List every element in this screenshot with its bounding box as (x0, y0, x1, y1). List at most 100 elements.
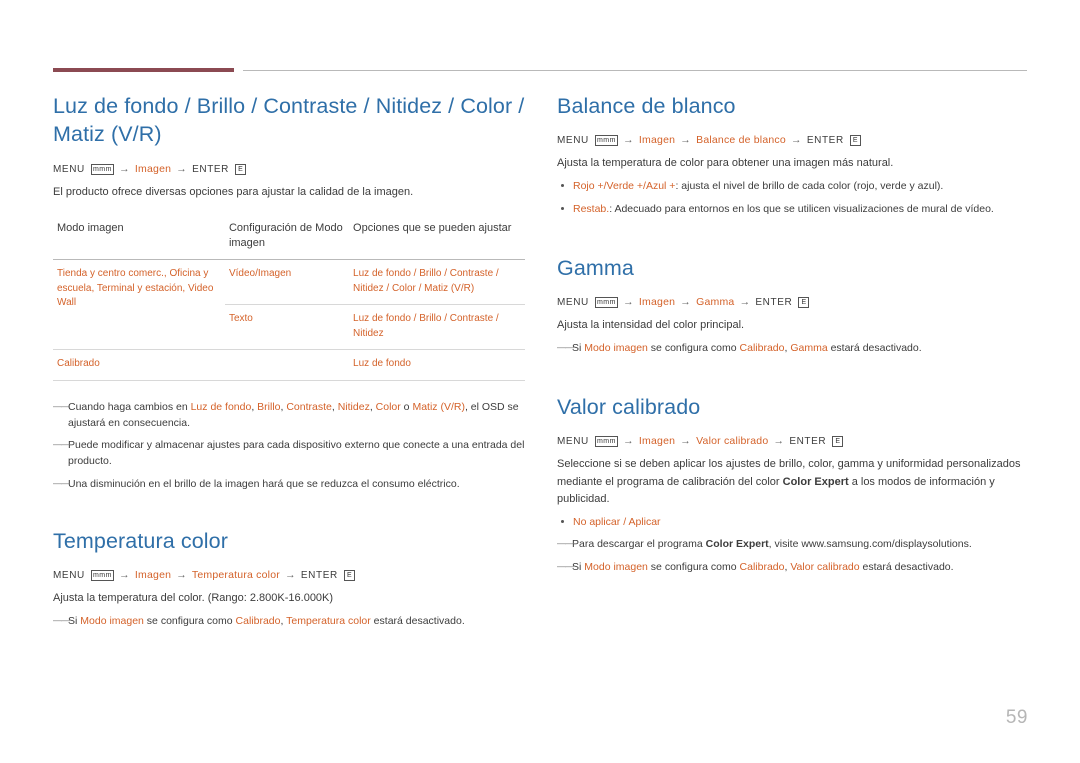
path-item-imagen: Imagen (134, 162, 172, 175)
col-header-configuracion: Configuración de Modo imagen (228, 221, 343, 249)
cell-options-1: Luz de fondo / Brillo / Contraste / Niti… (353, 268, 499, 294)
right-column: Balance de blanco MENU mmm → Imagen → Ba… (557, 92, 1027, 576)
bullet-text: : Adecuado para entornos en los que se u… (609, 203, 994, 216)
section-title-valor-calibrado: Valor calibrado (557, 395, 701, 420)
bullet-dot-icon (561, 519, 564, 523)
note-sep-5: o (400, 400, 413, 413)
cell-options-3: Luz de fondo (353, 358, 411, 370)
header-thin-rule (243, 70, 1027, 71)
bullet-restab: Restab.: Adecuado para entornos en los q… (557, 202, 1027, 218)
enter-icon: E (343, 570, 355, 582)
note-key-matiz: Matiz (V/R) (412, 400, 465, 413)
section-title-gamma: Gamma (557, 255, 634, 280)
menu-label: MENU (53, 163, 85, 175)
path-arrow-icon: → (623, 134, 634, 147)
path-arrow-icon-2: → (680, 296, 691, 309)
note-dash-icon: ―― (53, 615, 70, 626)
bullet-key: Restab. (573, 203, 610, 216)
path-arrow-icon-2: → (176, 569, 187, 582)
note-text: Puede modificar y almacenar ajustes para… (68, 439, 525, 468)
path-arrow-icon-3: → (773, 435, 785, 448)
section-title-luz-de-fondo: Luz de fondo / Brillo / Contraste / Niti… (53, 94, 525, 147)
intro-key-color-expert: Color Expert (782, 475, 849, 488)
enter-label: ENTER (192, 163, 230, 175)
menu-icon: mmm (594, 135, 618, 147)
cell-options-2: Luz de fondo / Brillo / Contraste / Niti… (353, 313, 499, 339)
note-key-modo-imagen: Modo imagen (80, 615, 144, 628)
menu-path-temperatura-color: MENU mmm → Imagen → Temperatura color → … (53, 569, 525, 582)
note-key-calibrado: Calibrado (235, 615, 281, 628)
note-key-color: Color (375, 400, 401, 413)
note-key-brillo: Brillo (257, 400, 281, 413)
note-text-b: se configura como (143, 615, 236, 628)
enter-icon: E (798, 297, 810, 309)
path-item-imagen: Imagen (638, 134, 676, 147)
path-item-valor-calibrado: Valor calibrado (696, 435, 769, 448)
note-text-c: estará desactivado. (827, 342, 922, 355)
menu-icon: mmm (594, 297, 618, 309)
path-item-balance-de-blanco: Balance de blanco (696, 134, 786, 147)
note-text-a: Si (68, 615, 81, 628)
intro-text-gamma: Ajusta la intensidad del color principal… (557, 319, 745, 332)
menu-label: MENU (53, 570, 85, 582)
section-title-temperatura-color: Temperatura color (53, 528, 228, 553)
menu-icon: mmm (90, 163, 114, 175)
path-arrow-icon: → (119, 162, 130, 175)
page-number: 59 (1005, 707, 1028, 728)
cell-mode-1: Tienda y centro comerc., Oficina y escue… (57, 268, 214, 309)
note-text-b: se configura como (647, 342, 740, 355)
note-dash-icon: ―― (557, 561, 574, 572)
note-key-luz: Luz de fondo (190, 400, 252, 413)
bullet-dot-icon (561, 207, 564, 211)
note-key-calibrado: Calibrado (739, 561, 785, 574)
intro-text-imagen: El producto ofrece diversas opciones par… (53, 185, 414, 198)
enter-label: ENTER (806, 135, 844, 147)
note-dash-icon: ―― (53, 400, 70, 411)
enter-icon: E (832, 436, 844, 448)
col-header-modo-imagen: Modo imagen (57, 221, 124, 234)
cell-config-1: Vídeo/Imagen (228, 268, 292, 280)
menu-label: MENU (557, 297, 589, 309)
note-text: Una disminución en el brillo de la image… (68, 477, 460, 490)
enter-icon: E (235, 163, 247, 175)
note-key-modo-imagen: Modo imagen (584, 342, 648, 355)
enter-label: ENTER (300, 570, 338, 582)
menu-label: MENU (557, 436, 589, 448)
note-key-nitidez: Nitidez (337, 400, 370, 413)
path-item-imagen: Imagen (638, 435, 676, 448)
note-consumo-electrico: ―― Una disminución en el brillo de la im… (53, 477, 525, 493)
note-key-valor-calibrado: Valor calibrado (790, 561, 860, 574)
note-key-calibrado: Calibrado (739, 342, 785, 355)
menu-path-valor-calibrado: MENU mmm → Imagen → Valor calibrado → EN… (557, 435, 1027, 448)
note-text-b: se configura como (647, 561, 740, 574)
cell-config-2: Texto (228, 313, 253, 325)
note-text-c: estará desactivado. (370, 615, 465, 628)
menu-label: MENU (557, 135, 589, 147)
note-text-a: Si (572, 342, 585, 355)
manual-page: Luz de fondo / Brillo / Contraste / Niti… (0, 0, 1080, 763)
path-arrow-icon: → (119, 569, 130, 582)
note-gamma-calibrado: ―― Si Modo imagen se configura como Cali… (557, 341, 1027, 357)
note-dash-icon: ―― (557, 342, 574, 353)
cell-mode-3: Calibrado (57, 358, 100, 370)
note-key-color-expert: Color Expert (705, 538, 769, 551)
bullet-text: : ajusta el nivel de brillo de cada colo… (675, 180, 944, 193)
path-arrow-icon-3: → (791, 134, 802, 147)
menu-path-gamma: MENU mmm → Imagen → Gamma → ENTER E (557, 296, 1027, 309)
table-row: Calibrado Luz de fondo (53, 350, 525, 381)
enter-icon: E (849, 135, 861, 147)
note-text-a: Para descargar el programa (572, 538, 706, 551)
note-dash-icon: ―― (53, 477, 70, 488)
path-arrow-icon-2: → (680, 134, 691, 147)
intro-text-valor-calibrado: Seleccione si se deben aplicar los ajust… (557, 456, 1027, 507)
note-key-gamma: Gamma (790, 342, 828, 355)
intro-text-temperatura-color: Ajusta la temperatura del color. (Rango:… (53, 592, 334, 605)
note-valor-calibrado-calibrado: ―― Si Modo imagen se configura como Cali… (557, 560, 1027, 576)
col-header-opciones: Opciones que se pueden ajustar (353, 221, 512, 234)
note-descargar-color-expert: ―― Para descargar el programa Color Expe… (557, 537, 1027, 553)
path-arrow-icon: → (623, 435, 634, 448)
enter-label: ENTER (755, 297, 793, 309)
note-temperatura-calibrado: ―― Si Modo imagen se configura como Cali… (53, 614, 525, 630)
note-dash-icon: ―― (557, 538, 574, 549)
note-dash-icon: ―― (53, 439, 70, 450)
